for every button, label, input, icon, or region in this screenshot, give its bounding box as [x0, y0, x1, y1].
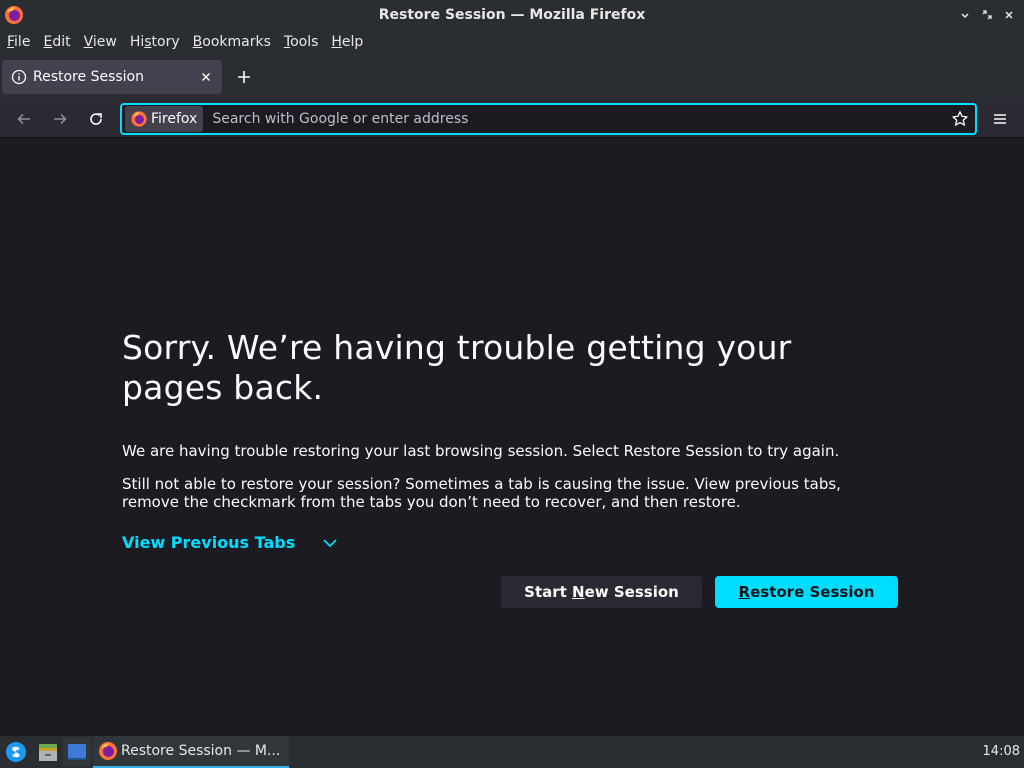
file-manager-button[interactable] [34, 738, 62, 766]
bookmark-star-button[interactable] [949, 108, 971, 130]
menu-label-rest: elp [341, 34, 364, 50]
open-menu-button[interactable] [988, 107, 1012, 131]
window-title: Restore Session — Mozilla Firefox [378, 7, 646, 23]
restore-session-mnemonic: R [738, 583, 751, 601]
chevron-down-icon [323, 538, 337, 547]
session-buttons: Start New Session Restore Session [501, 576, 898, 608]
menu-tools[interactable]: Tools [279, 34, 324, 50]
bookmark-star-icon [952, 111, 968, 126]
address-bar[interactable]: Firefox [120, 103, 977, 135]
menu-edit[interactable]: Edit [38, 34, 75, 50]
window-controls [956, 6, 1018, 24]
file-manager-icon [39, 744, 57, 761]
menu-mnemonic: E [43, 34, 53, 50]
view-previous-tabs-toggle[interactable]: View Previous Tabs [122, 533, 898, 552]
menu-view[interactable]: View [79, 34, 122, 50]
restore-session-button[interactable]: Restore Session [715, 576, 898, 608]
reload-icon [90, 113, 102, 125]
minimize-icon [961, 13, 969, 19]
menu-bar: File Edit View History Bookmarks Tools Help [0, 30, 1024, 54]
menu-help[interactable]: Help [326, 34, 368, 50]
menu-bookmarks[interactable]: Bookmarks [188, 34, 276, 50]
start-new-session-mnemonic: N [572, 583, 585, 601]
menu-label-rest: tory [151, 34, 180, 50]
show-desktop-button[interactable] [63, 738, 91, 766]
menu-mnemonic: H [331, 34, 342, 50]
new-tab-button[interactable] [232, 65, 256, 89]
tab-close-button[interactable] [196, 67, 216, 87]
menu-mnemonic: s [144, 34, 152, 50]
taskbar-task-firefox[interactable]: Restore Session — M... [93, 736, 289, 768]
start-new-session-pre: Start [524, 583, 573, 601]
close-icon [1005, 11, 1013, 19]
maximize-button[interactable] [978, 6, 996, 24]
page-content: Sorry. We’re having trouble getting your… [0, 139, 1024, 736]
menu-label-rest: ools [290, 34, 319, 50]
back-button[interactable] [12, 107, 36, 131]
menu-history[interactable]: History [125, 34, 185, 50]
clock[interactable]: 14:08 [983, 744, 1020, 759]
page-title: Sorry. We’re having trouble getting your… [122, 328, 792, 407]
taskbar-task-label: Restore Session — M... [121, 743, 281, 759]
menu-mnemonic: F [7, 34, 15, 50]
new-tab-icon [238, 71, 250, 83]
taskbar: Restore Session — M... 14:08 [0, 736, 1024, 768]
start-new-session-button[interactable]: Start New Session [501, 576, 702, 608]
tab-strip: Restore Session [0, 54, 1024, 100]
restore-icon [982, 10, 992, 20]
reload-button[interactable] [84, 107, 108, 131]
tab-title: Restore Session [33, 69, 144, 85]
back-icon [17, 113, 30, 125]
firefox-identity-icon [131, 111, 147, 127]
forward-button[interactable] [48, 107, 72, 131]
menu-label-rest: dit [52, 34, 71, 50]
menu-label-pre: Hi [129, 34, 145, 50]
error-long-description: Still not able to restore your session? … [122, 475, 841, 511]
info-icon [11, 69, 27, 85]
window-titlebar: Restore Session — Mozilla Firefox [0, 0, 1024, 30]
firefox-logo-icon [5, 6, 23, 24]
identity-label: Firefox [151, 111, 198, 127]
hamburger-menu-icon [994, 114, 1006, 124]
minimize-button[interactable] [956, 6, 974, 24]
tab-restore-session[interactable]: Restore Session [2, 60, 222, 94]
menu-label-rest: ile [14, 34, 31, 50]
tab-close-icon [202, 73, 210, 81]
identity-box[interactable]: Firefox [125, 106, 204, 132]
restore-session-rest: estore Session [750, 583, 875, 601]
menu-mnemonic: V [83, 34, 93, 50]
session-restore-container: Sorry. We’re having trouble getting your… [122, 328, 898, 552]
forward-icon [54, 113, 67, 125]
menu-label-rest: iew [92, 34, 117, 50]
error-description: We are having trouble restoring your las… [122, 442, 840, 460]
app-launcher-icon [6, 742, 26, 762]
app-launcher-button[interactable] [2, 738, 30, 766]
firefox-logo-icon [99, 742, 117, 760]
desktop-icon [68, 744, 86, 760]
start-new-session-rest: ew Session [584, 583, 679, 601]
url-input[interactable] [203, 106, 949, 132]
navigation-toolbar: Firefox [0, 100, 1024, 138]
menu-mnemonic: B [192, 34, 203, 50]
menu-file[interactable]: File [2, 34, 35, 50]
menu-label-rest: ookmarks [202, 34, 271, 50]
view-previous-tabs-label: View Previous Tabs [122, 533, 296, 552]
close-window-button[interactable] [1000, 6, 1018, 24]
